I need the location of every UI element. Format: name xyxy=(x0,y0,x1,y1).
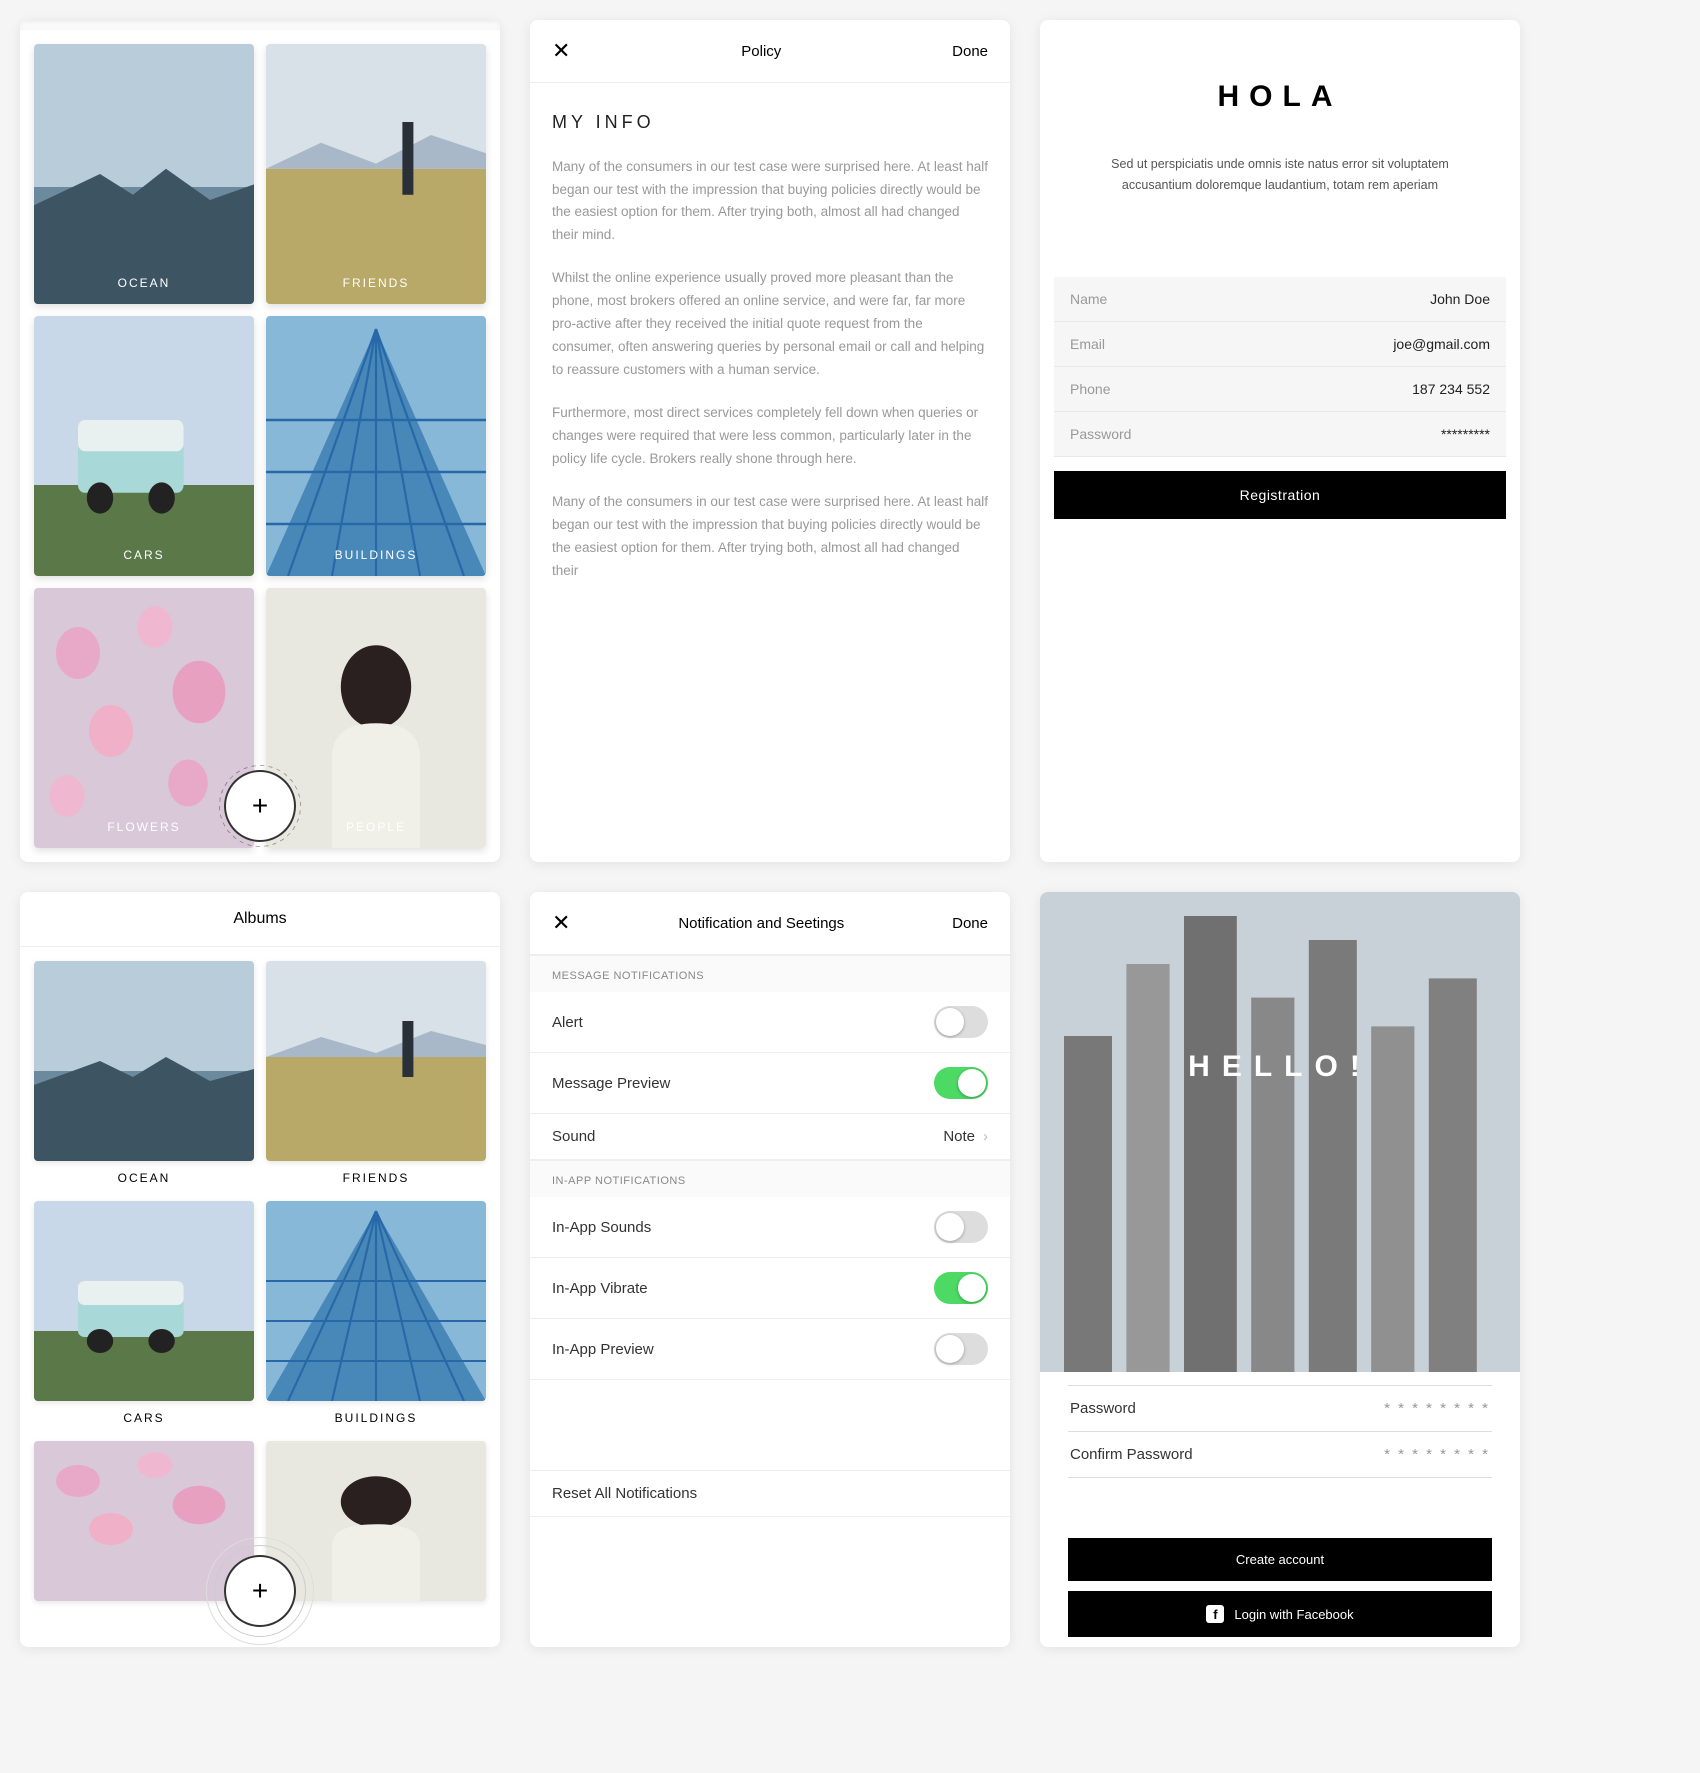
confirm-password-field[interactable]: Confirm Password* * * * * * * * xyxy=(1068,1432,1492,1478)
ocean-thumb xyxy=(34,44,254,304)
close-icon[interactable]: ✕ xyxy=(552,38,570,64)
paragraph: Many of the consumers in our test case w… xyxy=(552,491,988,583)
album-label: FRIENDS xyxy=(266,1161,486,1189)
album-card-buildings[interactable]: BUILDINGS xyxy=(266,316,486,576)
screen-hello: HELLO! Sign Up Sign In Emailjohn@gmail.c… xyxy=(1040,892,1520,1647)
screen-albums-overlay: OCEAN FRIENDS CARS BUILDINGS FLOWERS PEO… xyxy=(20,20,500,862)
done-button[interactable]: Done xyxy=(952,43,988,60)
album-label: OCEAN xyxy=(34,276,254,290)
preview-toggle[interactable] xyxy=(934,1067,988,1099)
create-account-button[interactable]: Create account xyxy=(1068,1538,1492,1581)
done-button[interactable]: Done xyxy=(952,915,988,932)
add-button[interactable]: + xyxy=(224,1555,296,1627)
cars-thumb xyxy=(34,316,254,576)
paragraph: Many of the consumers in our test case w… xyxy=(552,156,988,248)
paragraph: Whilst the online experience usually pro… xyxy=(552,267,988,382)
sound-row[interactable]: SoundNote› xyxy=(530,1114,1010,1160)
inapp-preview-row: In-App Preview xyxy=(530,1319,1010,1380)
album-card-cars[interactable]: CARS xyxy=(34,316,254,576)
registration-button[interactable]: Registration xyxy=(1054,471,1506,519)
password-field[interactable]: Password********* xyxy=(1054,412,1506,457)
name-field[interactable]: NameJohn Doe xyxy=(1054,277,1506,322)
status-sliver xyxy=(20,20,500,30)
facebook-login-button[interactable]: fLogin with Facebook xyxy=(1068,1591,1492,1637)
subtitle: Sed ut perspiciatis unde omnis iste natu… xyxy=(1040,154,1520,277)
screen-policy: ✕ Policy Done MY INFO Many of the consum… xyxy=(530,20,1010,862)
album-grid: OCEAN FRIENDS CARS BUILDINGS xyxy=(20,947,500,1615)
inapp-sounds-row: In-App Sounds xyxy=(530,1197,1010,1258)
paragraph: Furthermore, most direct services comple… xyxy=(552,402,988,471)
album-label: BUILDINGS xyxy=(266,548,486,562)
alert-toggle[interactable] xyxy=(934,1006,988,1038)
preview-row: Message Preview xyxy=(530,1053,1010,1114)
album-label: BUILDINGS xyxy=(266,1401,486,1429)
album-label: CARS xyxy=(34,1401,254,1429)
friends-thumb xyxy=(266,44,486,304)
chevron-right-icon: › xyxy=(983,1128,988,1145)
page-title: Policy xyxy=(741,43,781,60)
page-title: Notification and Seetings xyxy=(678,915,844,932)
screen-hola: HOLA Sed ut perspiciatis unde omnis iste… xyxy=(1040,20,1520,862)
album-grid: OCEAN FRIENDS CARS BUILDINGS FLOWERS PEO… xyxy=(20,30,500,862)
policy-body: MY INFO Many of the consumers in our tes… xyxy=(530,83,1010,627)
logo-title: HOLA xyxy=(1040,20,1520,154)
album-card-buildings[interactable]: BUILDINGS xyxy=(266,1201,486,1429)
section-header: MESSAGE NOTIFICATIONS xyxy=(530,955,1010,992)
hero-title: HELLO! xyxy=(1188,1050,1372,1084)
album-label: OCEAN xyxy=(34,1161,254,1189)
album-card-cars[interactable]: CARS xyxy=(34,1201,254,1429)
album-card-friends[interactable]: FRIENDS xyxy=(266,44,486,304)
screen-notifications: ✕ Notification and Seetings Done MESSAGE… xyxy=(530,892,1010,1647)
page-title: Albums xyxy=(20,892,500,947)
album-label: FRIENDS xyxy=(266,276,486,290)
inapp-vibrate-toggle[interactable] xyxy=(934,1272,988,1304)
header: ✕ Notification and Seetings Done xyxy=(530,892,1010,955)
city-backdrop xyxy=(1040,892,1520,1372)
album-label: CARS xyxy=(34,548,254,562)
reset-row[interactable]: Reset All Notifications xyxy=(530,1470,1010,1517)
section-heading: MY INFO xyxy=(552,107,988,138)
cars-thumb xyxy=(34,1201,254,1401)
inapp-vibrate-row: In-App Vibrate xyxy=(530,1258,1010,1319)
facebook-icon: f xyxy=(1206,1605,1224,1623)
password-field[interactable]: Password* * * * * * * * xyxy=(1068,1386,1492,1432)
buildings-thumb xyxy=(266,1201,486,1401)
ocean-thumb xyxy=(34,961,254,1161)
buildings-thumb xyxy=(266,316,486,576)
section-header: IN-APP NOTIFICATIONS xyxy=(530,1160,1010,1197)
inapp-preview-toggle[interactable] xyxy=(934,1333,988,1365)
header: ✕ Policy Done xyxy=(530,20,1010,83)
registration-form: NameJohn Doe Emailjoe@gmail.com Phone187… xyxy=(1054,277,1506,457)
alert-row: Alert xyxy=(530,992,1010,1053)
close-icon[interactable]: ✕ xyxy=(552,910,570,936)
friends-thumb xyxy=(266,961,486,1161)
email-field[interactable]: Emailjoe@gmail.com xyxy=(1054,322,1506,367)
inapp-sounds-toggle[interactable] xyxy=(934,1211,988,1243)
hero: HELLO! xyxy=(1040,892,1520,1242)
add-button[interactable]: + xyxy=(224,770,296,842)
album-card-ocean[interactable]: OCEAN xyxy=(34,961,254,1189)
phone-field[interactable]: Phone187 234 552 xyxy=(1054,367,1506,412)
album-card-ocean[interactable]: OCEAN xyxy=(34,44,254,304)
album-card-friends[interactable]: FRIENDS xyxy=(266,961,486,1189)
screen-albums-under: Albums OCEAN FRIENDS CARS BUILDINGS + xyxy=(20,892,500,1647)
